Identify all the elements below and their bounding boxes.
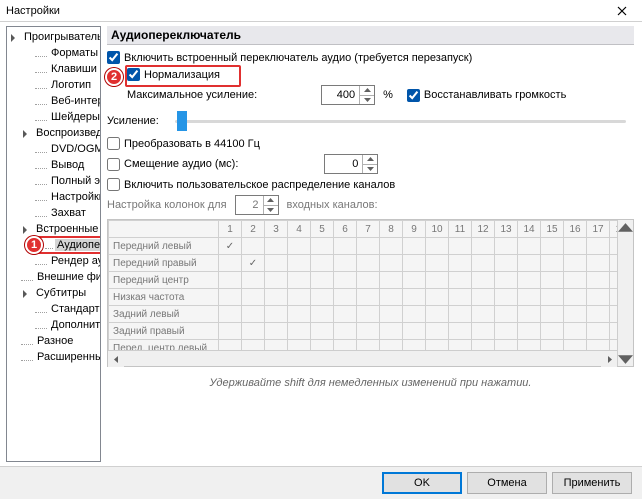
collapse-icon[interactable] bbox=[21, 224, 32, 235]
convert44100-checkbox[interactable]: Преобразовать в 44100 Гц bbox=[107, 137, 260, 150]
tree-shaders[interactable]: Шейдеры bbox=[7, 109, 100, 125]
gain-label: Усиление: bbox=[107, 115, 165, 127]
tree-builtin[interactable]: Встроенные фильтры bbox=[7, 221, 100, 237]
horizontal-scrollbar[interactable] bbox=[108, 350, 617, 366]
restore-checkbox[interactable]: Восстанавливать громкость bbox=[407, 89, 566, 102]
tree-subs-extra[interactable]: Дополнительно bbox=[7, 317, 100, 333]
table-row[interactable]: Передний центр bbox=[109, 272, 633, 289]
table-row[interactable]: Задний левый bbox=[109, 306, 633, 323]
panel-title: Аудиопереключатель bbox=[107, 26, 634, 45]
collapse-icon[interactable] bbox=[9, 32, 20, 43]
tree-advanced[interactable]: Расширенные bbox=[7, 349, 100, 365]
tree-renderaudio[interactable]: Рендер аудио bbox=[7, 253, 100, 269]
scroll-left-icon bbox=[108, 351, 124, 367]
tree-player[interactable]: Проигрыватель bbox=[7, 29, 100, 45]
table-row[interactable]: Передний левый✓ bbox=[109, 238, 633, 255]
tree-syncrender[interactable]: Настройки Sync Render bbox=[7, 189, 100, 205]
ok-button[interactable]: OK bbox=[382, 472, 462, 494]
settings-tree[interactable]: Проигрыватель Форматы Клавиши Логотип Ве… bbox=[6, 26, 101, 462]
gain-slider[interactable] bbox=[175, 120, 626, 123]
tree-keys[interactable]: Клавиши bbox=[7, 61, 100, 77]
tree-webif[interactable]: Веб-интерфейс bbox=[7, 93, 100, 109]
annotation-marker-1: 1 bbox=[25, 236, 43, 254]
annotation-marker-2: 2 bbox=[105, 68, 123, 86]
scroll-up-icon bbox=[618, 220, 633, 236]
channels-table[interactable]: 123456789101112131415161718Передний левы… bbox=[107, 219, 634, 367]
table-row[interactable]: Передний правый✓ bbox=[109, 255, 633, 272]
close-icon bbox=[617, 6, 627, 16]
cols-count-field[interactable]: 2 bbox=[235, 195, 279, 215]
tree-dvdogm[interactable]: DVD/OGM bbox=[7, 141, 100, 157]
tree-audioswitch[interactable]: 1 Аудиопереключатель bbox=[7, 237, 100, 253]
close-button[interactable] bbox=[602, 0, 642, 22]
spinner[interactable] bbox=[362, 155, 377, 173]
table-row[interactable]: Низкая частота bbox=[109, 289, 633, 306]
spinner[interactable] bbox=[263, 196, 278, 214]
enable-checkbox[interactable]: Включить встроенный переключатель аудио … bbox=[107, 51, 472, 64]
window-title: Настройки bbox=[6, 5, 60, 17]
table-row[interactable]: Задний правый bbox=[109, 323, 633, 340]
percent-label: % bbox=[383, 89, 393, 101]
cols-label-pre: Настройка колонок для bbox=[107, 199, 227, 211]
vertical-scrollbar[interactable] bbox=[617, 220, 633, 366]
hint-text: Удерживайте shift для немедленных измене… bbox=[107, 377, 634, 389]
tree-subs-standard[interactable]: Стандартный стиль bbox=[7, 301, 100, 317]
audiooffset-field[interactable]: 0 bbox=[324, 154, 378, 174]
collapse-icon[interactable] bbox=[21, 288, 32, 299]
tree-misc[interactable]: Разное bbox=[7, 333, 100, 349]
custommap-checkbox[interactable]: Включить пользовательское распределение … bbox=[107, 178, 395, 191]
audiooffset-checkbox[interactable]: Смещение аудио (мс): bbox=[107, 158, 238, 171]
apply-button[interactable]: Применить bbox=[552, 472, 632, 494]
scroll-right-icon bbox=[601, 351, 617, 367]
tree-output[interactable]: Вывод bbox=[7, 157, 100, 173]
settings-panel: Аудиопереключатель Включить встроенный п… bbox=[101, 22, 642, 466]
tree-subs[interactable]: Субтитры bbox=[7, 285, 100, 301]
tree-fullscreen[interactable]: Полный экран bbox=[7, 173, 100, 189]
titlebar: Настройки bbox=[0, 0, 642, 22]
annotation-highlight-2 bbox=[125, 65, 241, 87]
collapse-icon[interactable] bbox=[21, 128, 32, 139]
maxgain-field[interactable]: 400 bbox=[321, 85, 375, 105]
spinner[interactable] bbox=[359, 86, 374, 104]
tree-capture[interactable]: Захват bbox=[7, 205, 100, 221]
tree-playback[interactable]: Воспроизведение bbox=[7, 125, 100, 141]
maxgain-label: Максимальное усиление: bbox=[127, 89, 257, 101]
tree-formats[interactable]: Форматы bbox=[7, 45, 100, 61]
scroll-down-icon bbox=[618, 350, 633, 366]
cancel-button[interactable]: Отмена bbox=[467, 472, 547, 494]
annotation-highlight-1: Аудиопереключатель bbox=[37, 236, 101, 254]
tree-external[interactable]: Внешние фильтры bbox=[7, 269, 100, 285]
tree-logo[interactable]: Логотип bbox=[7, 77, 100, 93]
cols-label-post: входных каналов: bbox=[287, 199, 378, 211]
dialog-footer: OK Отмена Применить bbox=[0, 466, 642, 499]
